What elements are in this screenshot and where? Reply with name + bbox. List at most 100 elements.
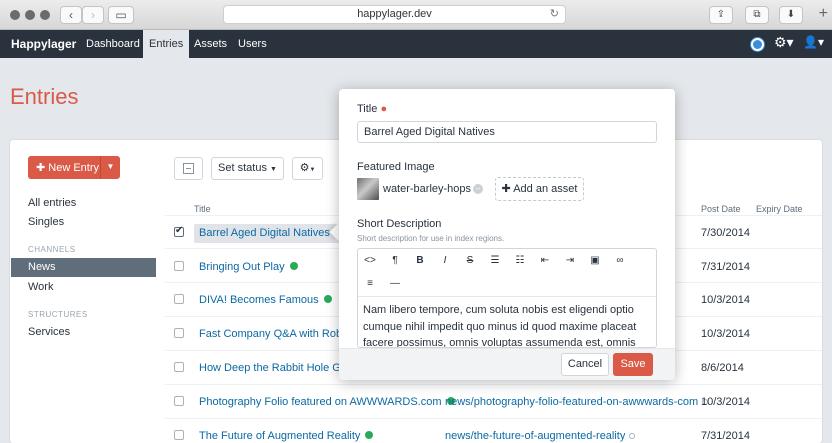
row-checkbox[interactable] — [174, 294, 184, 304]
short-description-hint: Short description for use in index regio… — [357, 234, 505, 243]
system-status-icon[interactable] — [751, 38, 764, 51]
chevron-down-icon: ▼ — [270, 166, 277, 173]
new-entry-menu-icon[interactable]: ▼ — [100, 156, 120, 179]
remove-asset-icon[interactable]: – — [473, 184, 483, 194]
row-checkbox[interactable] — [174, 362, 184, 372]
required-icon: ● — [380, 103, 388, 115]
set-status-button[interactable]: Set status ▼ — [211, 157, 284, 180]
entry-title-link[interactable]: The Future of Augmented Reality — [199, 430, 374, 442]
post-date: 10/3/2014 — [701, 396, 750, 408]
entry-title-link[interactable]: Fast Company Q&A with Robin F — [199, 328, 360, 340]
entry-title-link[interactable]: DIVA! Becomes Famous — [199, 294, 332, 306]
column-post-date[interactable]: Post Date — [701, 204, 741, 214]
nav-dashboard[interactable]: Dashboard — [86, 30, 140, 58]
row-checkbox[interactable] — [174, 396, 184, 406]
post-date: 7/31/2014 — [701, 430, 750, 442]
site-name[interactable]: Happylager — [11, 37, 76, 51]
nav-assets[interactable]: Assets — [194, 30, 227, 58]
entry-uri-link[interactable]: news/the-future-of-augmented-reality — [445, 430, 636, 442]
row-checkbox[interactable] — [174, 430, 184, 440]
new-entry-button[interactable]: ✚ New Entry ▼ — [28, 156, 120, 179]
reload-icon[interactable]: ↻ — [550, 6, 559, 23]
title-field[interactable]: Barrel Aged Digital Natives — [357, 121, 657, 143]
minimize-window-icon[interactable] — [25, 10, 35, 20]
sidebar-item-singles[interactable]: Singles — [28, 216, 64, 228]
status-live-icon — [289, 262, 298, 270]
paragraph-icon[interactable]: ¶ — [383, 251, 407, 271]
bold-icon[interactable]: B — [408, 251, 432, 271]
entry-title-text: How Deep the Rabbit Hole Goes — [199, 362, 359, 374]
forward-icon[interactable]: › — [82, 6, 104, 24]
entry-uri-link[interactable]: news/photography-folio-featured-on-awwwa… — [445, 396, 709, 408]
minus-box-icon — [183, 162, 194, 174]
entry-title-link[interactable]: How Deep the Rabbit Hole Goes — [199, 362, 359, 374]
title-label-text: Title — [357, 103, 378, 115]
asset-thumbnail[interactable] — [357, 178, 379, 200]
numbered-list-icon[interactable]: ☷ — [508, 251, 532, 271]
sidebar-item-services[interactable]: Services — [28, 326, 70, 338]
outdent-icon[interactable]: ⇤ — [533, 251, 557, 271]
entry-uri-text: news/the-future-of-augmented-reality — [445, 430, 626, 442]
settings-gear-icon[interactable]: ⚙▾ — [774, 34, 794, 51]
sidebar-item-news[interactable]: News — [11, 258, 156, 277]
italic-icon[interactable]: I — [433, 251, 457, 271]
asset-name: water-barley-hops — [383, 183, 472, 195]
gear-icon: ⚙ — [299, 162, 310, 174]
plus-icon: ✚ — [36, 162, 49, 174]
rich-text-body[interactable]: Nam libero tempore, cum soluta nobis est… — [363, 302, 653, 347]
link-icon[interactable]: ∞ — [608, 251, 632, 271]
row-checkbox[interactable] — [174, 261, 184, 271]
close-window-icon[interactable] — [10, 10, 20, 20]
share-icon[interactable]: ⇪ — [709, 6, 733, 24]
nav-users[interactable]: Users — [238, 30, 267, 58]
back-icon[interactable]: ‹ — [60, 6, 82, 24]
new-tab-icon[interactable]: + — [819, 6, 828, 22]
entry-title-text: Photography Folio featured on AWWWARDS.c… — [199, 396, 442, 408]
row-checkbox[interactable] — [174, 328, 184, 338]
post-date: 7/30/2014 — [701, 227, 750, 239]
entry-uri-text: news/photography-folio-featured-on-awwwa… — [445, 396, 699, 408]
short-description-label: Short Description — [357, 218, 442, 230]
title-field-label: Title ● — [357, 103, 387, 115]
image-icon[interactable]: ▣ — [583, 251, 607, 271]
horizontal-rule-icon[interactable]: — — [383, 274, 407, 294]
rich-text-editor[interactable]: <> ¶ B I S ☰ ☷ ⇤ ⇥ ▣ ∞ ≡ — Nam libero te… — [357, 248, 657, 348]
set-status-label: Set status — [218, 162, 267, 174]
post-date: 7/31/2014 — [701, 261, 750, 273]
browser-toolbar: ‹ › ▭ happylager.dev ↻ ⇪ ⧉ ⬇ + — [0, 0, 832, 30]
save-button[interactable]: Save — [613, 353, 653, 376]
select-all-checkbox[interactable] — [174, 157, 203, 180]
cancel-button[interactable]: Cancel — [561, 353, 609, 376]
tabs-icon[interactable]: ⧉ — [745, 6, 769, 24]
sidebar-item-work[interactable]: Work — [28, 281, 53, 293]
bullet-list-icon[interactable]: ☰ — [483, 251, 507, 271]
add-asset-button[interactable]: ✚ Add an asset — [495, 177, 584, 201]
post-date: 10/3/2014 — [701, 328, 750, 340]
row-divider — [165, 418, 822, 419]
sidebar-heading-structures: STRUCTURES — [28, 310, 88, 319]
zoom-window-icon[interactable] — [40, 10, 50, 20]
entry-title-link[interactable]: Bringing Out Play — [199, 261, 298, 273]
external-link-icon — [629, 433, 636, 439]
global-nav: Happylager Dashboard Entries Assets User… — [0, 30, 832, 58]
address-bar[interactable]: happylager.dev ↻ — [223, 5, 566, 24]
entry-title-link[interactable]: Barrel Aged Digital Natives — [194, 224, 349, 243]
strikethrough-icon[interactable]: S — [458, 251, 482, 271]
entry-title-text: The Future of Augmented Reality — [199, 430, 361, 442]
row-checkbox[interactable] — [174, 225, 184, 237]
row-divider — [165, 384, 822, 385]
code-icon[interactable]: <> — [358, 251, 382, 271]
post-date: 10/3/2014 — [701, 294, 750, 306]
user-menu-icon[interactable]: 👤▾ — [803, 35, 824, 49]
nav-entries[interactable]: Entries — [143, 30, 190, 58]
sidebar-icon[interactable]: ▭ — [108, 6, 134, 24]
column-expiry-date[interactable]: Expiry Date — [756, 204, 803, 214]
indent-icon[interactable]: ⇥ — [558, 251, 582, 271]
download-icon[interactable]: ⬇ — [779, 6, 803, 24]
entry-title-text: Fast Company Q&A with Robin F — [199, 328, 361, 340]
sidebar-item-all-entries[interactable]: All entries — [28, 197, 76, 209]
entry-title-link[interactable]: Photography Folio featured on AWWWARDS.c… — [199, 396, 455, 408]
column-title[interactable]: Title — [194, 204, 211, 214]
align-icon[interactable]: ≡ — [358, 274, 382, 294]
bulk-actions-button[interactable]: ⚙▼ — [292, 157, 323, 180]
